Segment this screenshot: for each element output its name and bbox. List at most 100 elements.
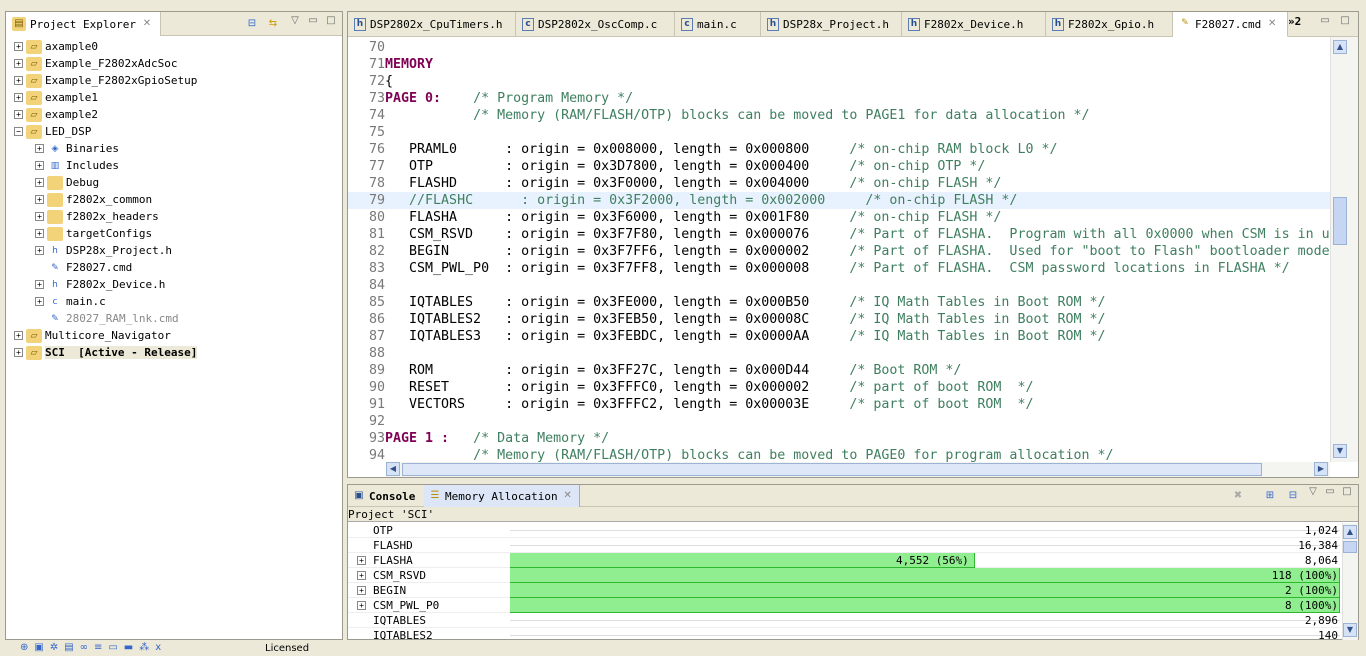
scroll-down-icon[interactable]: ▼ [1343, 623, 1357, 637]
tree-item[interactable]: + Debug [6, 174, 342, 191]
expand-toggle-icon[interactable]: + [35, 144, 44, 153]
scroll-up-icon[interactable]: ▲ [1333, 40, 1347, 54]
comment: /* part of boot ROM */ [849, 380, 1034, 395]
expand-toggle-icon[interactable]: + [14, 93, 23, 102]
tree-item[interactable]: + ▱ example2 [6, 106, 342, 123]
expand-toggle-icon[interactable]: + [14, 348, 23, 357]
tree-item[interactable]: + ▱ example1 [6, 89, 342, 106]
tree-item[interactable]: − ▱ LED_DSP [6, 123, 342, 140]
minimize-icon[interactable]: ▭ [1318, 14, 1332, 28]
collapse-all-icon[interactable]: ⊟ [245, 17, 259, 31]
tree-item[interactable]: + f2802x_headers [6, 208, 342, 225]
maximize-icon[interactable]: □ [1338, 14, 1352, 28]
tree-item[interactable]: + ▱ SCI [Active - Release] [6, 344, 342, 361]
tab-f2802x-device-h[interactable]: h F2802x_Device.h [902, 12, 1046, 37]
binaries-icon: ◈ [51, 143, 59, 154]
line-number: 86 [368, 312, 385, 327]
code-line: 93PAGE 1 : /* Data Memory */ [348, 430, 1330, 447]
tab-f2802x-gpio-h[interactable]: h F2802x_Gpio.h [1046, 12, 1173, 37]
expand-toggle-icon[interactable]: + [35, 195, 44, 204]
tab-main-c[interactable]: c main.c [675, 12, 761, 37]
scroll-left-icon[interactable]: ◀ [386, 462, 400, 476]
memory-row[interactable]: + CSM_PWL_P0 8 (100%) [348, 598, 1340, 613]
expand-toggle-icon[interactable]: + [14, 59, 23, 68]
close-icon[interactable]: ✕ [140, 17, 154, 31]
scroll-up-icon[interactable]: ▲ [1343, 525, 1357, 539]
expand-toggle-icon[interactable]: + [35, 246, 44, 255]
remove-icon[interactable]: ✖ [1231, 489, 1245, 503]
tab-memory-allocation[interactable]: ☰ Memory Allocation ✕ [424, 485, 580, 507]
close-icon[interactable]: ✕ [1265, 17, 1279, 31]
view-menu-icon[interactable]: ▽ [288, 14, 302, 28]
scroll-thumb[interactable] [1333, 197, 1347, 245]
editor-horizontal-scrollbar[interactable]: ◀ ▶ [386, 462, 1330, 477]
editor-vertical-scrollbar[interactable]: ▲ ▼ [1330, 37, 1358, 462]
tab-dsp2802x-cputimers-h[interactable]: h DSP2802x_CpuTimers.h [348, 12, 516, 37]
memory-row[interactable]: OTP 1,024 [348, 523, 1340, 538]
tree-item[interactable]: + h DSP28x_Project.h [6, 242, 342, 259]
expand-toggle-icon[interactable]: + [14, 76, 23, 85]
tree-item[interactable]: + c main.c [6, 293, 342, 310]
memory-vertical-scrollbar[interactable]: ▲ ▼ [1342, 523, 1358, 640]
code-line: 71MEMORY [348, 56, 1330, 73]
code-editor[interactable]: 70 71MEMORY 72{73PAGE 0: /* Program Memory… [348, 37, 1330, 462]
expand-toggle-icon[interactable]: + [357, 586, 366, 595]
minimize-icon[interactable]: ▭ [306, 14, 320, 28]
tree-item[interactable]: + h F2802x_Device.h [6, 276, 342, 293]
tab-dsp28x-project-h[interactable]: h DSP28x_Project.h [761, 12, 902, 37]
tree-item[interactable]: + ▱ axample0 [6, 38, 342, 55]
collapse-all-icon[interactable]: ⊟ [1286, 489, 1300, 503]
memory-row[interactable]: IQTABLES2 140 [348, 628, 1340, 640]
tab-project-explorer[interactable]: ▤ Project Explorer ✕ [6, 12, 161, 36]
memory-row[interactable]: IQTABLES 2,896 [348, 613, 1340, 628]
expand-toggle-icon[interactable]: + [35, 178, 44, 187]
tree-item-label: SCI [Active - Release] [45, 346, 198, 359]
more-tabs-button[interactable]: »2 [1288, 15, 1301, 28]
expand-toggle-icon[interactable]: + [35, 212, 44, 221]
tree-item[interactable]: ✎ F28027.cmd [6, 259, 342, 276]
expand-toggle-icon[interactable] [35, 263, 44, 272]
tab-dsp2802x-osccomp-c[interactable]: c DSP2802x_OscComp.c [516, 12, 675, 37]
close-icon[interactable]: ✕ [561, 489, 575, 503]
expand-toggle-icon[interactable]: + [357, 601, 366, 610]
minimize-icon[interactable]: ▭ [1323, 485, 1337, 499]
tree-item[interactable]: ✎ 28027_RAM_lnk.cmd [6, 310, 342, 327]
code-text: IQTABLES2 : origin = 0x3FEB50, length = … [385, 312, 850, 327]
tree-item[interactable]: + ▱ Example_F2802xAdcSoc [6, 55, 342, 72]
tab-console[interactable]: ▣ Console [348, 485, 419, 507]
memory-row[interactable]: + CSM_RSVD 118 (100%) [348, 568, 1340, 583]
main-toolbar [0, 0, 1366, 10]
tree-item[interactable]: + ▱ Multicore_Navigator [6, 327, 342, 344]
maximize-icon[interactable]: □ [1340, 485, 1354, 499]
expand-toggle-icon[interactable]: − [14, 127, 23, 136]
scroll-down-icon[interactable]: ▼ [1333, 444, 1347, 458]
memory-row[interactable]: FLASHD 16,384 [348, 538, 1340, 553]
link-with-editor-icon[interactable]: ⇆ [266, 17, 280, 31]
expand-toggle-icon[interactable]: + [35, 229, 44, 238]
expand-toggle-icon[interactable]: + [14, 42, 23, 51]
tree-item[interactable]: + ▱ Example_F2802xGpioSetup [6, 72, 342, 89]
view-menu-icon[interactable]: ▽ [1306, 485, 1320, 499]
line-number: 93 [368, 431, 385, 446]
scroll-thumb[interactable] [1343, 541, 1357, 553]
expand-toggle-icon[interactable]: + [35, 280, 44, 289]
maximize-icon[interactable]: □ [324, 14, 338, 28]
scroll-right-icon[interactable]: ▶ [1314, 462, 1328, 476]
expand-toggle-icon[interactable]: + [357, 556, 366, 565]
expand-toggle-icon[interactable]: + [14, 331, 23, 340]
tree-item[interactable]: + ◈ Binaries [6, 140, 342, 157]
status-toolbar-icons[interactable]: ⊕▣✲▤∞≡▭▬⁂x [20, 642, 167, 653]
tree-item[interactable]: + f2802x_common [6, 191, 342, 208]
expand-toggle-icon[interactable]: + [14, 110, 23, 119]
memory-row[interactable]: + FLASHA 4,552 (56%) 8,064 [348, 553, 1340, 568]
memory-row[interactable]: + BEGIN 2 (100%) [348, 583, 1340, 598]
expand-toggle-icon[interactable]: + [357, 571, 366, 580]
expand-toggle-icon[interactable]: + [35, 297, 44, 306]
horizontal-scroll-thumb[interactable] [402, 463, 1262, 476]
expand-all-icon[interactable]: ⊞ [1263, 489, 1277, 503]
expand-toggle-icon[interactable] [35, 314, 44, 323]
tab-f28027-cmd[interactable]: ✎ F28027.cmd ✕ [1173, 12, 1288, 37]
expand-toggle-icon[interactable]: + [35, 161, 44, 170]
tree-item[interactable]: + targetConfigs [6, 225, 342, 242]
tree-item[interactable]: + ▥ Includes [6, 157, 342, 174]
